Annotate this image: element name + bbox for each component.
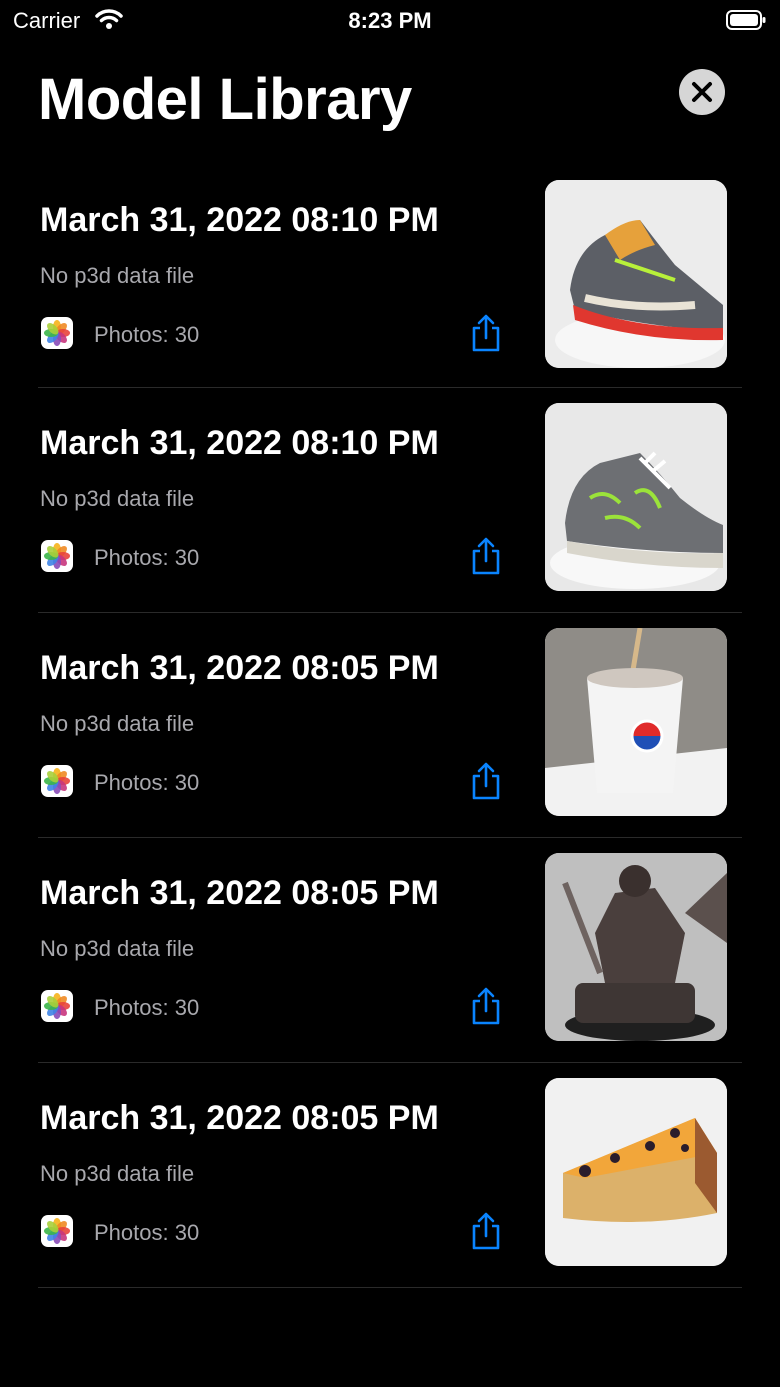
model-thumbnail-running-shoe[interactable]: [545, 180, 727, 368]
photos-app-icon: [41, 1215, 73, 1247]
capture-date: March 31, 2022 08:05 PM: [40, 649, 439, 687]
photos-app-icon: [41, 990, 73, 1022]
capture-date: March 31, 2022 08:05 PM: [40, 1099, 439, 1137]
photos-count: Photos: 30: [94, 770, 200, 795]
share-icon[interactable]: [468, 536, 504, 576]
share-icon[interactable]: [468, 986, 504, 1026]
model-thumbnail-pepsi-cup[interactable]: [545, 628, 727, 816]
data-file-status: No p3d data file: [40, 486, 195, 511]
capture-date: March 31, 2022 08:10 PM: [40, 201, 439, 239]
photos-app-icon: [41, 765, 73, 797]
model-thumbnail-camo-sneaker[interactable]: [545, 403, 727, 591]
close-button[interactable]: [679, 69, 725, 115]
page-title: Model Library: [38, 67, 412, 132]
status-time: 8:23 PM: [348, 8, 432, 33]
model-row[interactable]: March 31, 2022 08:10 PM No p3d data file…: [38, 388, 742, 613]
status-bar: Carrier 8:23 PM: [0, 0, 780, 40]
photos-app-icon: [41, 317, 73, 349]
battery-icon: [726, 10, 766, 30]
capture-date: March 31, 2022 08:10 PM: [40, 424, 439, 462]
model-list: March 31, 2022 08:10 PM No p3d data file…: [38, 165, 742, 1288]
photos-app-icon: [41, 540, 73, 572]
model-thumbnail-armored-figurine[interactable]: [545, 853, 727, 1041]
data-file-status: No p3d data file: [40, 1161, 195, 1186]
share-icon[interactable]: [468, 313, 504, 353]
capture-date: March 31, 2022 08:05 PM: [40, 874, 439, 912]
share-icon[interactable]: [468, 761, 504, 801]
model-row[interactable]: March 31, 2022 08:10 PM No p3d data file…: [38, 165, 742, 388]
close-icon: [692, 82, 712, 102]
model-row[interactable]: March 31, 2022 08:05 PM No p3d data file…: [38, 1063, 742, 1288]
photos-count: Photos: 30: [94, 1220, 200, 1245]
data-file-status: No p3d data file: [40, 936, 195, 961]
photos-count: Photos: 30: [94, 995, 200, 1020]
model-row[interactable]: March 31, 2022 08:05 PM No p3d data file…: [38, 613, 742, 838]
share-icon[interactable]: [468, 1211, 504, 1251]
model-thumbnail-cake-slice[interactable]: [545, 1078, 727, 1266]
photos-count: Photos: 30: [94, 545, 200, 570]
data-file-status: No p3d data file: [40, 711, 195, 736]
data-file-status: No p3d data file: [40, 263, 195, 288]
photos-count: Photos: 30: [94, 322, 200, 347]
model-row[interactable]: March 31, 2022 08:05 PM No p3d data file…: [38, 838, 742, 1063]
